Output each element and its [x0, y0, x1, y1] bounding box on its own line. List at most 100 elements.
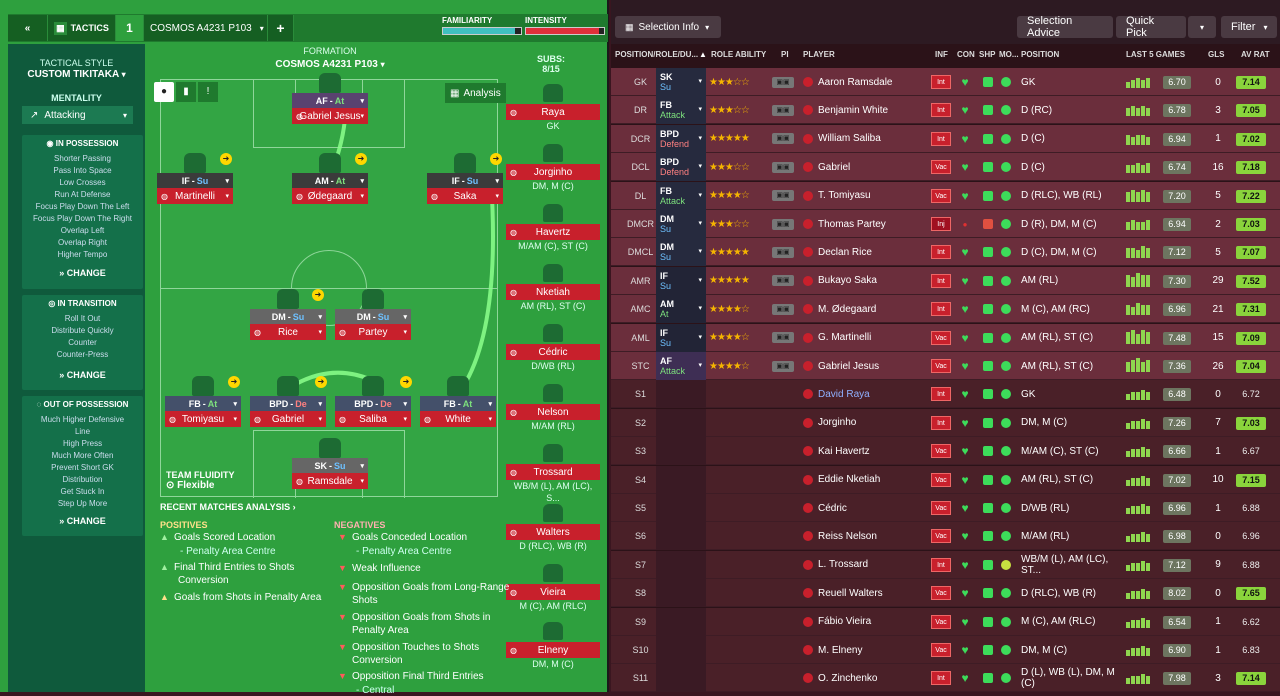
player-name-cell[interactable]: Thomas Partey: [803, 210, 923, 238]
role-duty-cell[interactable]: AM At ▾: [656, 295, 706, 324]
player-name-cell[interactable]: O. Zinchenko: [803, 664, 923, 692]
player-name-bar[interactable]: ◍ Saliba ▾: [335, 411, 411, 427]
in-transition-change-button[interactable]: » CHANGE: [22, 366, 143, 384]
col-position[interactable]: POSITION: [1021, 50, 1059, 59]
role-duty-selector[interactable]: SK - Su ▾: [292, 458, 368, 473]
tactic-selector[interactable]: COSMOS A4231 P103 ▾: [144, 15, 268, 41]
col-shp[interactable]: SHP: [979, 50, 995, 59]
col-con[interactable]: CON: [957, 50, 975, 59]
col-mo[interactable]: MO...: [999, 50, 1019, 59]
player-view-icon[interactable]: ●: [154, 82, 174, 102]
sub-slot[interactable]: ◍ Nelson M/AM (RL): [506, 384, 600, 432]
player-name-cell[interactable]: Eddie Nketiah: [803, 466, 923, 494]
player-name-cell[interactable]: Reiss Nelson: [803, 522, 923, 550]
player-name-cell[interactable]: G. Martinelli: [803, 324, 923, 352]
role-duty-selector[interactable]: FB - At ▾: [165, 396, 241, 411]
player-name-bar[interactable]: ◍ Partey ▾: [335, 324, 411, 340]
col-role-ability[interactable]: ROLE ABILITY: [711, 50, 766, 59]
table-row[interactable]: AMC AM At ▾ ★★★★☆ ▣▣ M. Ødegaard Int ♥ M (C), AM …: [611, 295, 1280, 324]
player-name-bar[interactable]: ◍ Ramsdale ▾: [292, 473, 368, 489]
analysis-title[interactable]: RECENT MATCHES ANALYSIS ›: [160, 502, 296, 512]
player-name-cell[interactable]: Gabriel: [803, 153, 923, 181]
player-name-cell[interactable]: Aaron Ramsdale: [803, 68, 923, 96]
player-name-bar[interactable]: ◍ Gabriel ▾: [250, 411, 326, 427]
table-row[interactable]: S9 Fábio Vieira Vac ♥ M (C), AM (RLC) 6.54 1 6.…: [611, 607, 1280, 636]
role-duty-cell[interactable]: FB Attack ▾: [656, 181, 706, 210]
role-duty-selector[interactable]: DM - Su ▾: [335, 309, 411, 324]
sub-name-bar[interactable]: ◍ Raya: [506, 104, 600, 120]
col-gls[interactable]: GLS: [1208, 50, 1224, 59]
player-instructions-cell[interactable]: ▣▣: [771, 267, 795, 295]
col-position-role[interactable]: POSITION/ROLE/DU...: [615, 50, 698, 59]
table-row[interactable]: S11 O. Zinchenko Int ♥ D (L), WB (L), DM, M …: [611, 664, 1280, 693]
role-duty-selector[interactable]: BPD - De ▾: [250, 396, 326, 411]
player-name-bar[interactable]: ◍ Rice ▾: [250, 324, 326, 340]
sub-name-bar[interactable]: ◍ Nelson: [506, 404, 600, 420]
in-possession-change-button[interactable]: » CHANGE: [22, 264, 143, 282]
player-slot-gk[interactable]: SK - Su ▾ ◍ Ramsdale ▾: [292, 438, 368, 489]
sub-name-bar[interactable]: ◍ Cédric: [506, 344, 600, 360]
table-row[interactable]: S8 Reuell Walters Vac ♥ D (RLC), WB (R) 8.02 0…: [611, 579, 1280, 608]
table-row[interactable]: DR FB Attack ▾ ★★★☆☆ ▣▣ Benjamin White Int ♥ D (R…: [611, 96, 1280, 125]
role-duty-selector[interactable]: DM - Su ▾: [250, 309, 326, 324]
table-row[interactable]: DMCR DM Su ▾ ★★★☆☆ ▣▣ Thomas Partey Inj ● D (R), …: [611, 210, 1280, 238]
col-last5[interactable]: LAST 5 GAMES: [1126, 50, 1185, 59]
table-row[interactable]: AML IF Su ▾ ★★★★☆ ▣▣ G. Martinelli Vac ♥ AM (RL),…: [611, 323, 1280, 352]
selection-info-button[interactable]: ▦ Selection Info ▾: [615, 16, 721, 38]
col-avrat[interactable]: AV RAT: [1241, 50, 1270, 59]
table-row[interactable]: S10 M. Elneny Vac ♥ DM, M (C) 6.90 1 6.83: [611, 636, 1280, 664]
role-duty-selector[interactable]: IF - Su ▾: [157, 173, 233, 188]
analysis-button[interactable]: ▦ Analysis: [445, 83, 506, 103]
sub-name-bar[interactable]: ◍ Jorginho: [506, 164, 600, 180]
player-instructions-cell[interactable]: ▣▣: [771, 96, 795, 124]
col-inf[interactable]: INF: [935, 50, 948, 59]
role-duty-cell[interactable]: IF Su ▾: [656, 266, 706, 295]
tactics-tab[interactable]: ▦ TACTICS: [48, 15, 116, 41]
selection-advice-button[interactable]: Selection Advice: [1017, 15, 1113, 39]
player-name-cell[interactable]: Benjamin White: [803, 96, 923, 124]
role-duty-cell[interactable]: BPD Defend ▾: [656, 124, 706, 153]
player-name-cell[interactable]: M. Elneny: [803, 636, 923, 664]
player-instructions-cell[interactable]: ▣▣: [771, 125, 795, 153]
role-duty-cell[interactable]: IF Su ▾: [656, 323, 706, 352]
player-name-cell[interactable]: Cédric: [803, 494, 923, 522]
sub-slot[interactable]: ◍ Cédric D/WB (RL): [506, 324, 600, 372]
quick-pick-button[interactable]: Quick Pick: [1116, 15, 1186, 39]
player-name-cell[interactable]: T. Tomiyasu: [803, 182, 923, 210]
table-row[interactable]: GK SK Su ▾ ★★★☆☆ ▣▣ Aaron Ramsdale Int ♥ GK 6.70 0 7…: [611, 68, 1280, 96]
bar-chart-icon[interactable]: ▮: [176, 82, 196, 102]
col-player[interactable]: PLAYER: [803, 50, 835, 59]
col-pi[interactable]: PI: [781, 50, 789, 59]
player-name-bar[interactable]: ◍ Ødegaard ▾: [292, 188, 368, 204]
role-duty-cell[interactable]: DM Su ▾: [656, 238, 706, 267]
player-name-cell[interactable]: William Saliba: [803, 125, 923, 153]
sub-slot[interactable]: ◍ Jorginho DM, M (C): [506, 144, 600, 192]
table-row[interactable]: S3 Kai Havertz Vac ♥ M/AM (C), ST (C) 6.66 1 6.…: [611, 437, 1280, 466]
player-instructions-cell[interactable]: ▣▣: [771, 210, 795, 238]
player-name-cell[interactable]: Kai Havertz: [803, 437, 923, 465]
player-instructions-cell[interactable]: ▣▣: [771, 352, 795, 380]
player-instructions-cell[interactable]: ▣▣: [771, 295, 795, 323]
role-duty-cell[interactable]: SK Su ▾: [656, 68, 706, 96]
sub-name-bar[interactable]: ◍ Havertz: [506, 224, 600, 240]
player-name-bar[interactable]: ◍ Martinelli ▾: [157, 188, 233, 204]
table-row[interactable]: STC AF Attack ▾ ★★★★☆ ▣▣ Gabriel Jesus Vac ♥ AM (…: [611, 352, 1280, 380]
player-name-cell[interactable]: David Raya: [803, 380, 923, 408]
player-name-cell[interactable]: Fábio Vieira: [803, 608, 923, 636]
role-duty-selector[interactable]: AM - At ▾: [292, 173, 368, 188]
table-row[interactable]: S6 Reiss Nelson Vac ♥ M/AM (RL) 6.98 0 6.96: [611, 522, 1280, 551]
sub-slot[interactable]: ◍ Nketiah AM (RL), ST (C): [506, 264, 600, 312]
out-of-possession-change-button[interactable]: » CHANGE: [22, 512, 143, 530]
table-row[interactable]: S7 L. Trossard Int ♥ WB/M (L), AM (LC), ST..…: [611, 550, 1280, 579]
player-name-cell[interactable]: Reuell Walters: [803, 579, 923, 607]
player-instructions-cell[interactable]: ▣▣: [771, 68, 795, 96]
role-duty-selector[interactable]: FB - At ▾: [420, 396, 496, 411]
table-row[interactable]: DCL BPD Defend ▾ ★★★☆☆ ▣▣ Gabriel Vac ♥ D (C) 6.74…: [611, 153, 1280, 182]
player-instructions-cell[interactable]: ▣▣: [771, 182, 795, 210]
mentality-select[interactable]: ↗ Attacking ▾: [22, 106, 133, 124]
player-slot-stc[interactable]: AF - At ▾ ◍ Gabriel Jesus ▾: [292, 73, 368, 124]
add-tactic-button[interactable]: +: [268, 15, 294, 41]
back-button[interactable]: «: [8, 15, 48, 41]
tactic-slot[interactable]: 1: [116, 15, 144, 41]
player-name-cell[interactable]: M. Ødegaard: [803, 295, 923, 323]
